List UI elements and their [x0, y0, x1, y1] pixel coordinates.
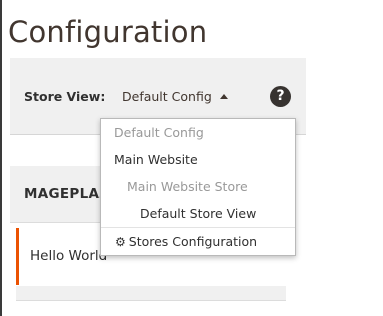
dropdown-store-view-option[interactable]: Default Store View — [140, 206, 256, 221]
dropdown-website-option[interactable]: Main Website — [114, 152, 198, 167]
dropdown-divider — [101, 227, 295, 228]
dropdown-default-config: Default Config — [114, 125, 204, 140]
config-tab-label: Hello World — [30, 248, 108, 264]
page-title: Configuration — [8, 15, 208, 50]
dropdown-store-group: Main Website Store — [127, 179, 248, 194]
window-left-border — [0, 0, 2, 316]
gear-icon: ⚙ — [115, 235, 126, 249]
section-divider-strip — [16, 286, 286, 301]
store-view-toggle[interactable]: Default Config — [122, 89, 228, 104]
stores-configuration-link[interactable]: ⚙ Stores Configuration — [115, 234, 257, 249]
stores-configuration-label: Stores Configuration — [128, 234, 258, 249]
store-view-label: Store View: — [24, 89, 106, 104]
store-view-selected: Default Config — [122, 89, 212, 104]
caret-up-icon — [219, 94, 228, 99]
question-circle-icon[interactable]: ? — [270, 86, 291, 107]
store-view-dropdown: Default Config Main Website Main Website… — [100, 118, 296, 256]
